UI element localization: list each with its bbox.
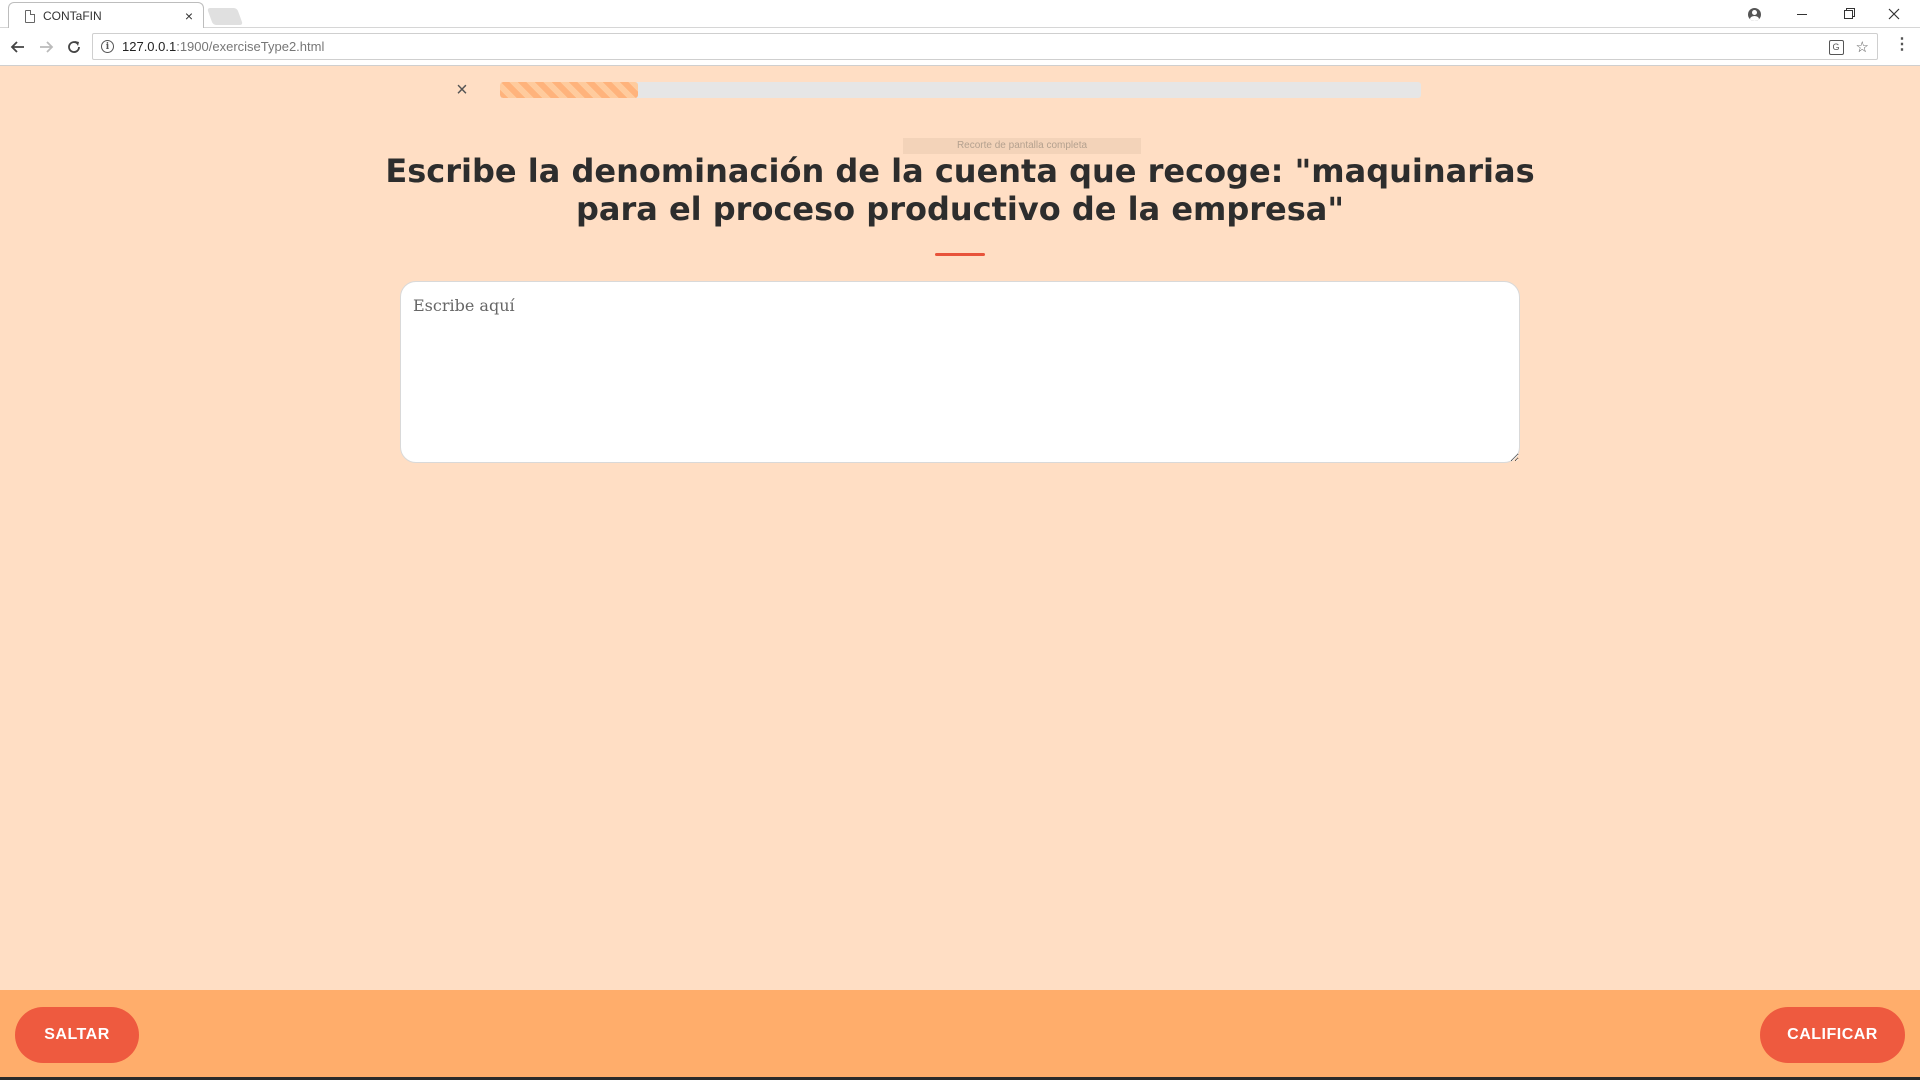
title-divider [935, 253, 985, 256]
window-close-button[interactable] [1872, 0, 1916, 28]
tab-close-icon[interactable]: × [185, 9, 193, 23]
reload-icon [68, 41, 80, 53]
new-tab-button[interactable] [206, 8, 244, 25]
browser-tab-bar: CONTaFIN × [0, 0, 1920, 29]
reload-button[interactable] [62, 35, 86, 59]
profile-button[interactable] [1732, 0, 1776, 28]
answer-textarea[interactable] [400, 281, 1520, 463]
question-text: Escribe la denominación de la cuenta que… [385, 152, 1535, 228]
tab-title: CONTaFIN [43, 9, 102, 23]
forward-button[interactable] [34, 35, 58, 59]
browser-toolbar: i 127.0.0.1:1900/exerciseType2.html G ☆ … [0, 28, 1920, 66]
url-text: 127.0.0.1:1900/exerciseType2.html [122, 39, 324, 54]
skip-button[interactable]: SALTAR [15, 1007, 139, 1063]
profile-icon [1747, 7, 1761, 21]
address-bar[interactable]: i 127.0.0.1:1900/exerciseType2.html G ☆ [92, 33, 1878, 60]
star-icon[interactable]: ☆ [1856, 38, 1869, 56]
restore-button[interactable] [1826, 0, 1870, 28]
window-close-icon [1888, 8, 1900, 20]
browser-tab[interactable]: CONTaFIN × [8, 2, 204, 29]
minimize-icon [1797, 13, 1807, 15]
minimize-button[interactable] [1780, 0, 1824, 28]
url-host: 127.0.0.1 [122, 39, 177, 54]
document-icon [25, 9, 35, 23]
grade-button[interactable]: CALIFICAR [1760, 1007, 1905, 1063]
translate-icon[interactable]: G [1828, 39, 1844, 55]
forward-arrow-icon [40, 41, 54, 53]
info-icon[interactable]: i [101, 40, 114, 53]
restore-icon [1843, 9, 1853, 19]
progress-fill [500, 82, 639, 98]
back-arrow-icon [10, 41, 24, 53]
exercise-page: × Recorte de pantalla completa Escribe l… [0, 66, 1920, 1080]
progress-bar [500, 82, 1421, 98]
url-path: :1900/exerciseType2.html [176, 39, 325, 54]
back-button[interactable] [6, 35, 30, 59]
footer-bar: SALTAR CALIFICAR [0, 990, 1920, 1080]
menu-icon[interactable]: ⋮ [1894, 37, 1910, 53]
close-icon[interactable]: × [452, 80, 472, 100]
